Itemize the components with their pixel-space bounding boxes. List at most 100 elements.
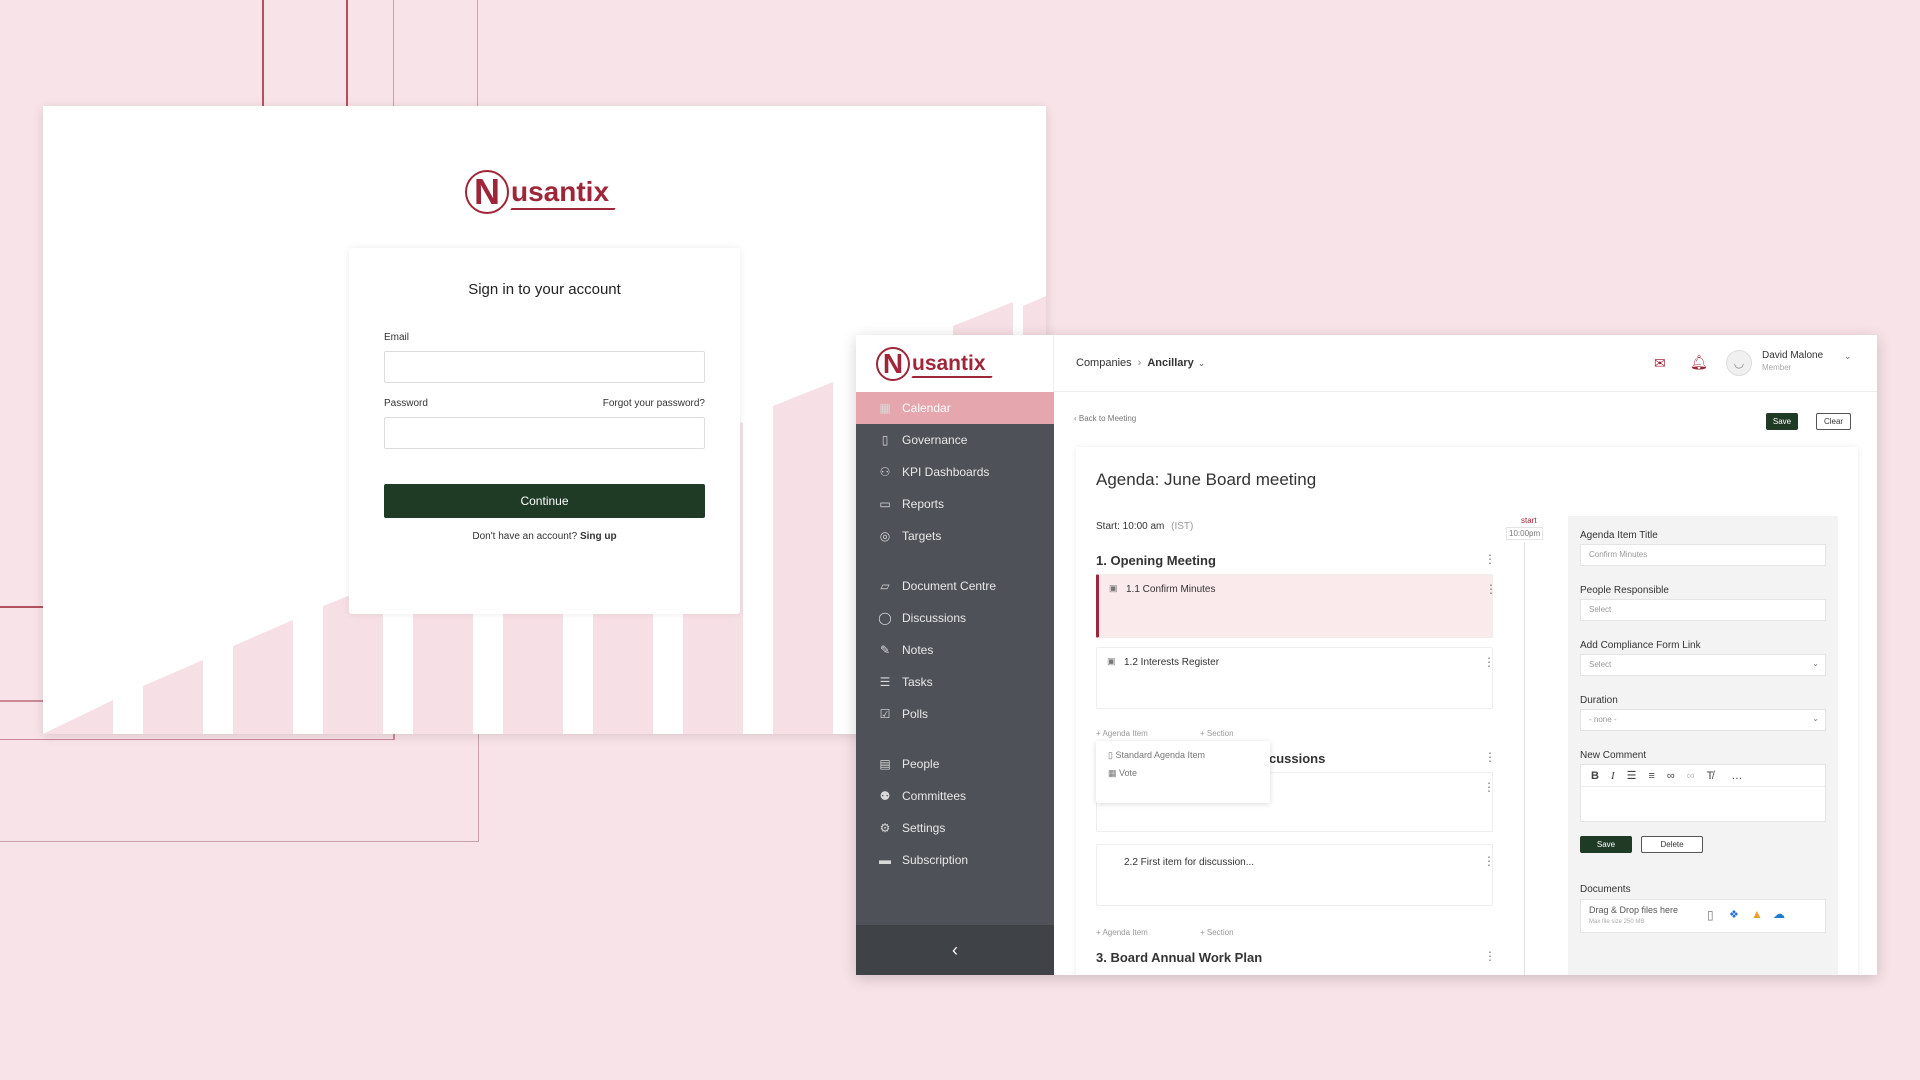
dropbox-icon[interactable]: ❖ bbox=[1729, 908, 1739, 921]
users-icon: ⚉ bbox=[879, 789, 891, 803]
compliance-select[interactable]: Select ⌄ bbox=[1580, 654, 1826, 676]
sidebar-item-governance[interactable]: ▯ Governance bbox=[856, 424, 1054, 456]
sidebar-group: ▦ Calendar ▯ Governance ⚇ KPI Dashboards ▭ Repo… bbox=[856, 392, 1054, 552]
sidebar-item-committees[interactable]: ⚉ Committees bbox=[856, 780, 1054, 812]
sidebar-item-kpi-dashboards[interactable]: ⚇ KPI Dashboards bbox=[856, 456, 1054, 488]
user-chevron-icon[interactable]: ⌄ bbox=[1844, 351, 1852, 362]
sidebar-item-calendar[interactable]: ▦ Calendar bbox=[856, 392, 1054, 424]
people-label: People Responsible bbox=[1580, 585, 1669, 596]
title-input[interactable]: Confirm Minutes bbox=[1580, 544, 1826, 566]
add-agenda-item-link[interactable]: + Agenda Item bbox=[1096, 928, 1148, 937]
chat-icon: ◯ bbox=[878, 611, 892, 625]
decor-frame bbox=[0, 734, 479, 842]
menu-item-standard[interactable]: ▯ Standard Agenda Item bbox=[1108, 750, 1205, 761]
nusantix-logo: N usantix bbox=[465, 170, 609, 214]
sidebar-item-subscription[interactable]: ▬ Subscription bbox=[856, 844, 1054, 876]
add-section-link[interactable]: + Section bbox=[1200, 729, 1234, 738]
more-options-icon[interactable]: ⋮ bbox=[1484, 751, 1496, 763]
sidebar-item-settings[interactable]: ⚙ Settings bbox=[856, 812, 1054, 844]
timezone: (IST) bbox=[1171, 521, 1194, 532]
sidebar-item-label: KPI Dashboards bbox=[902, 465, 990, 479]
drop-text: Drag & Drop files here bbox=[1589, 905, 1679, 915]
agenda-item-first-discussion[interactable]: 2.2 First item for discussion... ⋮ bbox=[1096, 844, 1495, 906]
chevron-left-icon: ‹ bbox=[952, 939, 958, 960]
chevron-down-icon[interactable]: ⌄ bbox=[1198, 358, 1206, 369]
sidebar-item-targets[interactable]: ◎ Targets bbox=[856, 520, 1054, 552]
sidebar-item-notes[interactable]: ✎ Notes bbox=[856, 634, 1054, 666]
sidebar-item-label: Governance bbox=[902, 433, 968, 447]
people-select[interactable]: Select bbox=[1580, 599, 1826, 621]
folder-open-icon: ▱ bbox=[880, 579, 890, 593]
signup-link[interactable]: Sing up bbox=[580, 531, 617, 542]
comment-editor[interactable]: B I ☰ ≡ ∞ ∞ T̸ … bbox=[1580, 764, 1826, 822]
list-icon: ☰ bbox=[879, 675, 891, 689]
clear-format-icon[interactable]: T̸ bbox=[1707, 770, 1714, 782]
breadcrumb-companies[interactable]: Companies bbox=[1076, 357, 1132, 369]
save-button[interactable]: Save bbox=[1766, 413, 1798, 430]
agenda-item-label: 1.1 Confirm Minutes bbox=[1126, 584, 1216, 595]
comment-delete-button[interactable]: Delete bbox=[1641, 836, 1703, 853]
timeline-time: 10:00pm bbox=[1506, 527, 1544, 540]
document-dropzone[interactable]: Drag & Drop files here Max file size 250… bbox=[1580, 899, 1826, 933]
clear-button[interactable]: Clear bbox=[1816, 413, 1851, 430]
unlink-icon[interactable]: ∞ bbox=[1687, 770, 1695, 782]
logo-wordmark: usantix bbox=[912, 351, 986, 375]
mail-icon[interactable]: ✉ bbox=[1654, 355, 1666, 372]
sidebar-item-document-centre[interactable]: ▱ Document Centre bbox=[856, 570, 1054, 602]
file-icon[interactable]: ▯ bbox=[1707, 908, 1714, 922]
more-icon[interactable]: … bbox=[1731, 770, 1742, 782]
timeline-start: start bbox=[1521, 516, 1537, 525]
back-to-meeting-link[interactable]: ‹ Back to Meeting bbox=[1074, 414, 1136, 423]
comment-save-button[interactable]: Save bbox=[1580, 836, 1632, 853]
nusantix-logo[interactable]: N usantix bbox=[876, 346, 986, 381]
sidebar-item-label: People bbox=[902, 757, 940, 771]
agenda-item-confirm-minutes[interactable]: ▣ 1.1 Confirm Minutes ⋮ bbox=[1096, 574, 1497, 638]
continue-button[interactable]: Continue bbox=[384, 484, 705, 518]
sidebar-item-polls[interactable]: ☑ Polls bbox=[856, 698, 1054, 730]
forgot-password-link[interactable]: Forgot your password? bbox=[603, 398, 705, 409]
collapse-sidebar-button[interactable]: ‹ bbox=[856, 925, 1054, 975]
more-options-icon[interactable]: ⋮ bbox=[1485, 583, 1497, 595]
password-field[interactable] bbox=[384, 417, 705, 449]
menu-item-vote[interactable]: ▦ Vote bbox=[1108, 768, 1137, 779]
title-label: Agenda Item Title bbox=[1580, 530, 1658, 541]
sidebar-item-people[interactable]: ▤ People bbox=[856, 748, 1054, 780]
add-agenda-item-link[interactable]: + Agenda Item bbox=[1096, 729, 1148, 738]
bold-icon[interactable]: B bbox=[1591, 770, 1599, 782]
duration-select[interactable]: - none - ⌄ bbox=[1580, 709, 1826, 731]
add-section-link[interactable]: + Section bbox=[1200, 928, 1234, 937]
email-field[interactable] bbox=[384, 351, 705, 383]
more-options-icon[interactable]: ⋮ bbox=[1483, 656, 1495, 668]
breadcrumb-ancillary[interactable]: Ancillary bbox=[1147, 357, 1193, 369]
more-options-icon[interactable]: ⋮ bbox=[1483, 855, 1495, 867]
section-annual-work-plan: 3. Board Annual Work Plan bbox=[1096, 950, 1263, 965]
sidebar-item-reports[interactable]: ▭ Reports bbox=[856, 488, 1054, 520]
sidebar-item-discussions[interactable]: ◯ Discussions bbox=[856, 602, 1054, 634]
duration-label: Duration bbox=[1580, 695, 1618, 706]
id-card-icon: ▤ bbox=[879, 757, 891, 771]
logo-mark: N bbox=[465, 170, 509, 214]
agenda-item-icon: ▣ bbox=[1109, 583, 1118, 593]
sidebar-item-tasks[interactable]: ☰ Tasks bbox=[856, 666, 1054, 698]
google-drive-icon[interactable]: ▲ bbox=[1751, 907, 1763, 921]
link-icon[interactable]: ∞ bbox=[1667, 770, 1675, 782]
bullet-list-icon[interactable]: ☰ bbox=[1627, 769, 1637, 782]
agenda-item-editor: Agenda Item Title Confirm Minutes People… bbox=[1568, 516, 1838, 975]
bell-icon[interactable]: 🔔︎ bbox=[1690, 354, 1708, 371]
more-options-icon[interactable]: ⋮ bbox=[1483, 781, 1495, 793]
agenda-item-interests-register[interactable]: ▣ 1.2 Interests Register ⋮ bbox=[1096, 647, 1495, 709]
start-time: Start: 10:00 am (IST) bbox=[1096, 521, 1193, 532]
top-bar: Companies › Ancillary ⌄ ✉ 🔔︎ ◡ David Mal… bbox=[1054, 335, 1877, 392]
sidebar-nav: ▦ Calendar ▯ Governance ⚇ KPI Dashboards ▭ Repo… bbox=[856, 392, 1054, 876]
avatar[interactable]: ◡ bbox=[1726, 350, 1752, 376]
numbered-list-icon[interactable]: ≡ bbox=[1649, 770, 1655, 782]
chevron-down-icon: ⌄ bbox=[1812, 659, 1819, 668]
more-options-icon[interactable]: ⋮ bbox=[1484, 553, 1496, 565]
user-menu[interactable]: David Malone Member bbox=[1762, 350, 1823, 372]
italic-icon[interactable]: I bbox=[1611, 770, 1615, 782]
login-card: Sign in to your account Email Password F… bbox=[349, 248, 740, 614]
sidebar: N usantix ▦ Calendar ▯ Governance ⚇ KPI Dashb… bbox=[856, 335, 1054, 975]
more-options-icon[interactable]: ⋮ bbox=[1484, 950, 1496, 962]
agenda-panel: Agenda: June Board meeting Start: 10:00 … bbox=[1076, 447, 1858, 975]
onedrive-icon[interactable]: ☁ bbox=[1773, 907, 1785, 921]
